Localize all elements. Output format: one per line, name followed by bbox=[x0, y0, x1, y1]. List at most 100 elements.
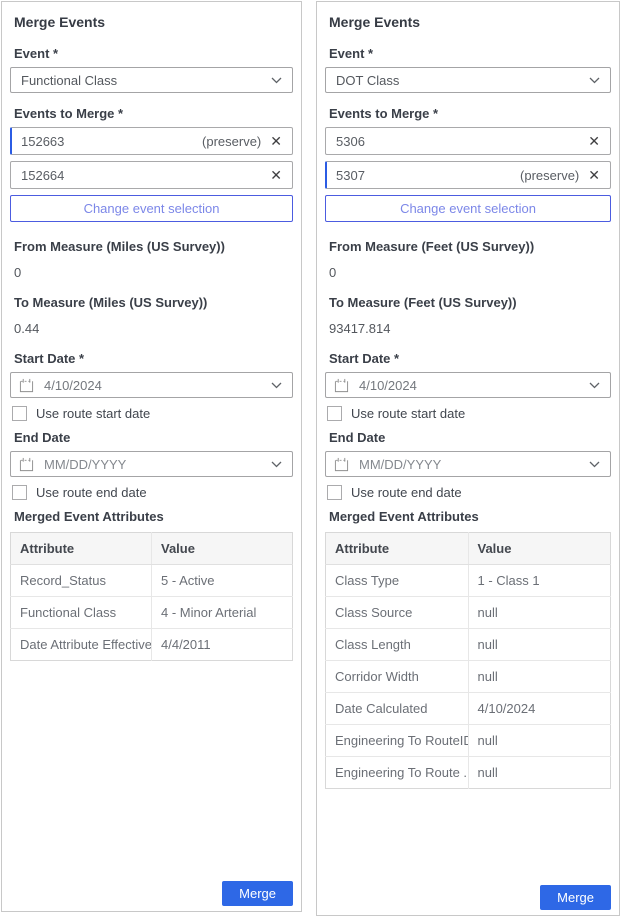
use-route-start-date-label[interactable]: Use route start date bbox=[351, 406, 465, 421]
event-id-input[interactable] bbox=[21, 168, 261, 183]
use-route-start-date-row: Use route start date bbox=[327, 406, 611, 421]
use-route-end-date-label[interactable]: Use route end date bbox=[351, 485, 462, 500]
calendar-icon bbox=[334, 378, 349, 393]
use-route-end-date-checkbox[interactable] bbox=[327, 485, 342, 500]
event-id-input[interactable] bbox=[21, 134, 202, 149]
attribute-cell: Record_Status bbox=[11, 565, 152, 597]
use-route-start-date-row: Use route start date bbox=[12, 406, 293, 421]
merge-events-panel-left: Merge Events Event * Functional Class Ev… bbox=[1, 1, 302, 912]
table-row: Class Source null bbox=[326, 597, 611, 629]
events-to-merge-label: Events to Merge * bbox=[14, 106, 293, 121]
table-row: Date Calculated 4/10/2024 bbox=[326, 693, 611, 725]
use-route-end-date-label[interactable]: Use route end date bbox=[36, 485, 147, 500]
use-route-end-date-row: Use route end date bbox=[12, 485, 293, 500]
attribute-cell: Class Length bbox=[326, 629, 469, 661]
from-measure-value: 0 bbox=[14, 265, 293, 280]
value-cell: 5 - Active bbox=[152, 565, 293, 597]
preserve-tag: (preserve) bbox=[520, 168, 579, 183]
table-row: Class Type 1 - Class 1 bbox=[326, 565, 611, 597]
table-row: Corridor Width null bbox=[326, 661, 611, 693]
start-date-label: Start Date * bbox=[329, 351, 611, 366]
page-title: Merge Events bbox=[329, 14, 611, 30]
value-column-header: Value bbox=[152, 533, 293, 565]
attribute-cell: Corridor Width bbox=[326, 661, 469, 693]
table-row: Date Attribute Effective 4/4/2011 bbox=[11, 629, 293, 661]
table-header-row: Attribute Value bbox=[11, 533, 293, 565]
attribute-cell: Engineering To Route ... bbox=[326, 757, 469, 789]
change-event-selection-button[interactable]: Change event selection bbox=[10, 195, 293, 222]
value-cell: null bbox=[468, 661, 611, 693]
table-row: Class Length null bbox=[326, 629, 611, 661]
calendar-icon bbox=[19, 457, 34, 472]
use-route-start-date-label[interactable]: Use route start date bbox=[36, 406, 150, 421]
use-route-end-date-checkbox[interactable] bbox=[12, 485, 27, 500]
value-column-header: Value bbox=[468, 533, 611, 565]
end-date-picker[interactable] bbox=[325, 451, 611, 477]
table-row: Record_Status 5 - Active bbox=[11, 565, 293, 597]
event-id-input[interactable] bbox=[336, 168, 520, 183]
page-title: Merge Events bbox=[14, 14, 293, 30]
merged-attributes-table: Attribute Value Class Type 1 - Class 1 C… bbox=[325, 532, 611, 789]
table-row: Engineering To Route ... null bbox=[326, 757, 611, 789]
value-cell: null bbox=[468, 629, 611, 661]
table-row: Functional Class 4 - Minor Arterial bbox=[11, 597, 293, 629]
merged-event-attributes-title: Merged Event Attributes bbox=[329, 509, 611, 524]
merge-event-item: (preserve) ✕ bbox=[10, 127, 293, 155]
attribute-column-header: Attribute bbox=[326, 533, 469, 565]
value-cell: 1 - Class 1 bbox=[468, 565, 611, 597]
events-to-merge-label: Events to Merge * bbox=[329, 106, 611, 121]
to-measure-label: To Measure (Feet (US Survey)) bbox=[329, 295, 611, 310]
merged-attributes-table: Attribute Value Record_Status 5 - Active… bbox=[10, 532, 293, 661]
from-measure-label: From Measure (Miles (US Survey)) bbox=[14, 239, 293, 254]
use-route-end-date-row: Use route end date bbox=[327, 485, 611, 500]
close-icon[interactable]: ✕ bbox=[588, 134, 600, 148]
end-date-input[interactable] bbox=[357, 456, 589, 473]
attribute-cell: Date Attribute Effective bbox=[11, 629, 152, 661]
attribute-cell: Class Source bbox=[326, 597, 469, 629]
value-cell: null bbox=[468, 597, 611, 629]
end-date-label: End Date bbox=[329, 430, 611, 445]
change-event-selection-button[interactable]: Change event selection bbox=[325, 195, 611, 222]
event-select[interactable]: Functional Class bbox=[10, 67, 293, 93]
merge-button[interactable]: Merge bbox=[222, 881, 293, 906]
event-select-value: Functional Class bbox=[21, 73, 117, 88]
value-cell: 4/4/2011 bbox=[152, 629, 293, 661]
chevron-down-icon bbox=[271, 461, 282, 468]
close-icon[interactable]: ✕ bbox=[270, 134, 282, 148]
value-cell: 4/10/2024 bbox=[468, 693, 611, 725]
table-header-row: Attribute Value bbox=[326, 533, 611, 565]
to-measure-label: To Measure (Miles (US Survey)) bbox=[14, 295, 293, 310]
merge-event-item: ✕ bbox=[325, 127, 611, 155]
close-icon[interactable]: ✕ bbox=[588, 168, 600, 182]
merge-button[interactable]: Merge bbox=[540, 885, 611, 910]
close-icon[interactable]: ✕ bbox=[270, 168, 282, 182]
use-route-start-date-checkbox[interactable] bbox=[327, 406, 342, 421]
end-date-picker[interactable] bbox=[10, 451, 293, 477]
start-date-picker[interactable] bbox=[10, 372, 293, 398]
start-date-picker[interactable] bbox=[325, 372, 611, 398]
chevron-down-icon bbox=[589, 382, 600, 389]
from-measure-label: From Measure (Feet (US Survey)) bbox=[329, 239, 611, 254]
event-select-value: DOT Class bbox=[336, 73, 399, 88]
end-date-label: End Date bbox=[14, 430, 293, 445]
chevron-down-icon bbox=[589, 77, 600, 84]
use-route-start-date-checkbox[interactable] bbox=[12, 406, 27, 421]
value-cell: null bbox=[468, 725, 611, 757]
start-date-label: Start Date * bbox=[14, 351, 293, 366]
value-cell: 4 - Minor Arterial bbox=[152, 597, 293, 629]
event-select[interactable]: DOT Class bbox=[325, 67, 611, 93]
attribute-cell: Functional Class bbox=[11, 597, 152, 629]
merge-event-item: (preserve) ✕ bbox=[325, 161, 611, 189]
event-label: Event * bbox=[329, 46, 611, 61]
attribute-cell: Engineering To RouteID bbox=[326, 725, 469, 757]
event-label: Event * bbox=[14, 46, 293, 61]
calendar-icon bbox=[19, 378, 34, 393]
end-date-input[interactable] bbox=[42, 456, 271, 473]
to-measure-value: 93417.814 bbox=[329, 321, 611, 336]
table-row: Engineering To RouteID null bbox=[326, 725, 611, 757]
start-date-input[interactable] bbox=[42, 377, 271, 394]
event-id-input[interactable] bbox=[336, 134, 579, 149]
merge-event-item: ✕ bbox=[10, 161, 293, 189]
start-date-input[interactable] bbox=[357, 377, 589, 394]
preserve-tag: (preserve) bbox=[202, 134, 261, 149]
